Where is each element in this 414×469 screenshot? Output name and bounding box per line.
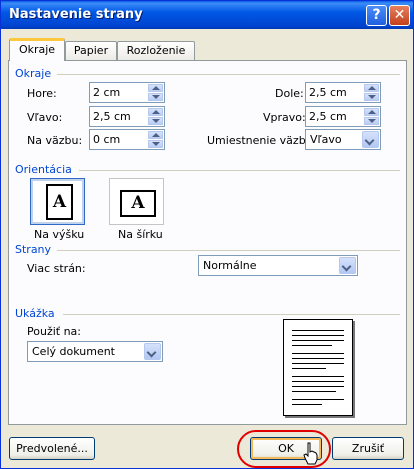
preview-divider	[63, 314, 400, 315]
page-preview	[283, 319, 353, 416]
spin-up-icon[interactable]	[364, 108, 379, 116]
spin-down-icon[interactable]	[148, 93, 163, 101]
gutter-label: Na väzbu:	[27, 134, 83, 147]
portrait-page-icon: A	[46, 184, 73, 220]
pages-section-title: Strany	[15, 243, 52, 256]
right-margin-spinner[interactable]: 2,5 cm	[305, 106, 381, 127]
gutter-position-label: Umiestnenie väzby:	[207, 134, 316, 147]
spin-up-icon[interactable]	[148, 108, 163, 116]
left-margin-label: Vľavo:	[27, 111, 63, 124]
title-bar[interactable]: Nastavenie strany ? ✕	[1, 1, 413, 29]
spin-down-icon[interactable]	[148, 140, 163, 148]
help-button[interactable]: ?	[366, 5, 387, 26]
default-button[interactable]: Predvolené...	[9, 437, 95, 460]
apply-to-label: Použiť na:	[27, 325, 82, 338]
chevron-down-icon[interactable]	[339, 257, 356, 274]
landscape-page-icon: A	[120, 190, 156, 217]
gutter-spinner[interactable]: 0 cm	[89, 129, 165, 150]
bottom-margin-spinner[interactable]: 2,5 cm	[305, 82, 381, 103]
top-margin-label: Hore:	[27, 87, 57, 100]
close-button[interactable]: ✕	[389, 5, 410, 26]
landscape-option[interactable]: A	[109, 178, 164, 225]
window-title: Nastavenie strany	[9, 7, 143, 22]
hand-cursor-icon	[303, 442, 318, 465]
portrait-label: Na výšku	[34, 228, 85, 241]
page-setup-dialog: Nastavenie strany ? ✕ Okraje Papier Rozl…	[0, 0, 414, 469]
spin-down-icon[interactable]	[364, 117, 379, 125]
spin-down-icon[interactable]	[148, 117, 163, 125]
left-margin-spinner[interactable]: 2,5 cm	[89, 106, 165, 127]
chevron-down-icon[interactable]	[144, 343, 161, 360]
right-margin-label: Vpravo:	[263, 111, 306, 124]
spin-down-icon[interactable]	[364, 93, 379, 101]
cancel-button[interactable]: Zrušiť	[332, 437, 404, 460]
chevron-down-icon[interactable]	[362, 131, 379, 148]
bottom-margin-label: Dole:	[275, 87, 304, 100]
top-margin-spinner[interactable]: 2 cm	[89, 82, 165, 103]
tab-margins[interactable]: Okraje	[9, 38, 65, 61]
orientation-divider	[79, 170, 400, 171]
spin-up-icon[interactable]	[364, 84, 379, 92]
spin-up-icon[interactable]	[148, 131, 163, 139]
pages-divider	[57, 250, 400, 251]
gutter-position-select[interactable]: Vľavo	[305, 129, 381, 150]
multiple-pages-label: Viac strán:	[27, 262, 86, 275]
orientation-section-title: Orientácia	[15, 163, 72, 176]
multiple-pages-select[interactable]: Normálne	[198, 255, 358, 276]
portrait-option[interactable]: A	[30, 178, 85, 225]
margins-section-title: Okraje	[15, 67, 52, 80]
spin-up-icon[interactable]	[148, 84, 163, 92]
tab-layout[interactable]: Rozloženie	[117, 41, 195, 60]
landscape-label: Na šírku	[118, 228, 163, 241]
margins-divider	[57, 74, 400, 75]
apply-to-select[interactable]: Celý dokument	[27, 341, 163, 362]
preview-section-title: Ukážka	[15, 307, 55, 320]
tab-paper[interactable]: Papier	[65, 41, 117, 60]
